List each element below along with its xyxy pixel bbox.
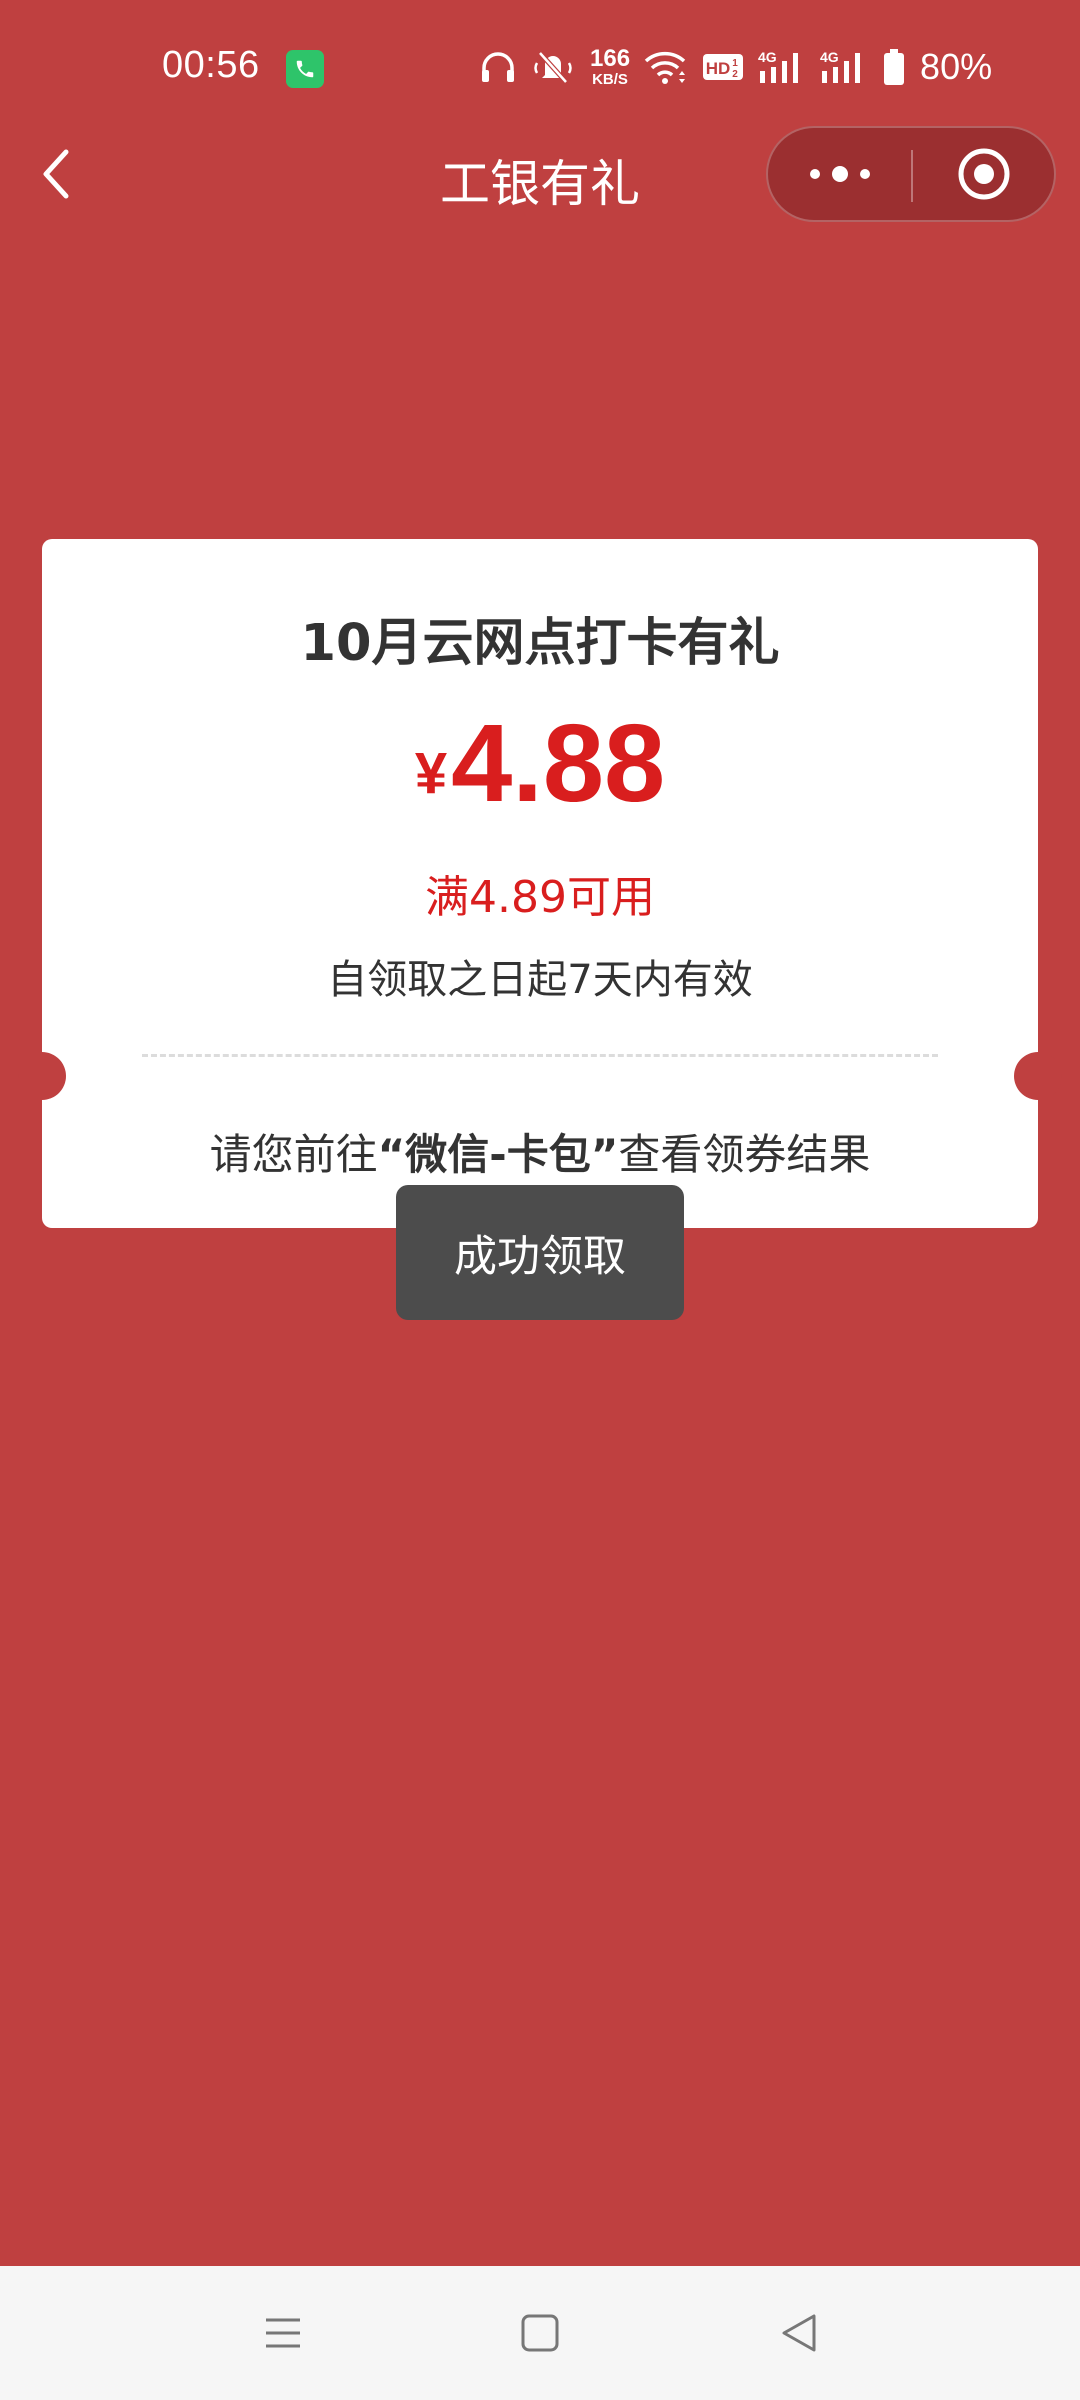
- amount-value: 4.88: [451, 702, 666, 825]
- coupon-amount: ¥4.88: [42, 709, 1038, 819]
- system-nav-bar: [0, 2266, 1080, 2400]
- hint-prefix: 请您前往: [209, 1130, 378, 1179]
- card-notch-left: [18, 1052, 66, 1100]
- coupon-title: 10月云网点打卡有礼: [300, 614, 780, 673]
- status-bar: 00:56 166 KB/S HD 1 2 4G 4G 80%: [0, 0, 1080, 136]
- dashed-divider: [142, 1054, 938, 1057]
- mute-icon: [530, 49, 576, 85]
- system-back-button[interactable]: [776, 2308, 826, 2358]
- phone-call-icon: [286, 50, 324, 88]
- battery-icon: [882, 48, 906, 86]
- more-dots-icon-right: [860, 169, 870, 179]
- title-bar: 工银有礼: [0, 126, 1080, 222]
- wallet-hint: 请您前往“微信-卡包”查看领券结果: [42, 1121, 1038, 1182]
- recent-apps-button[interactable]: [258, 2308, 308, 2358]
- svg-text:1: 1: [732, 58, 738, 69]
- signal-4g-icon: 4G: [820, 49, 868, 85]
- svg-text:4G: 4G: [758, 49, 777, 65]
- menu-icon: [266, 2318, 300, 2348]
- wifi-icon: [644, 49, 688, 85]
- capsule-divider: [911, 150, 913, 202]
- net-speed-unit: KB/S: [592, 71, 628, 88]
- headphones-icon: [480, 50, 516, 84]
- currency-symbol: ¥: [414, 741, 448, 806]
- svg-text:2: 2: [732, 69, 738, 80]
- success-toast: 成功领取: [396, 1185, 684, 1320]
- triangle-back-icon: [782, 2314, 816, 2352]
- coupon-card: 10月云网点打卡有礼 ¥4.88 满4.89可用 自领取之日起7天内有效 请您前…: [18, 539, 1062, 1228]
- mini-program-capsule: [766, 126, 1056, 222]
- signal-4g-icon: 4G: [758, 49, 806, 85]
- more-dots-icon: [810, 169, 820, 179]
- coupon-validity: 自领取之日起7天内有效: [327, 957, 753, 1003]
- battery-percent: 80%: [920, 46, 993, 87]
- hd-icon: HD 1 2: [702, 51, 744, 83]
- status-icons: 166 KB/S HD 1 2 4G 4G 80%: [480, 44, 992, 90]
- net-speed: 166 KB/S: [590, 45, 631, 88]
- svg-text:4G: 4G: [820, 49, 839, 65]
- more-dots-icon-center: [832, 166, 848, 182]
- square-icon: [521, 2314, 559, 2352]
- hint-suffix: 查看领券结果: [618, 1130, 871, 1179]
- hint-highlight: “微信-卡包”: [377, 1130, 619, 1179]
- net-speed-value: 166: [590, 45, 631, 72]
- close-mini-program-button[interactable]: [914, 128, 1054, 220]
- target-circle-icon: [958, 148, 1010, 200]
- home-button[interactable]: [515, 2308, 565, 2358]
- more-button[interactable]: [768, 128, 912, 220]
- svg-text:HD: HD: [706, 59, 731, 78]
- card-notch-right: [1014, 1052, 1062, 1100]
- coupon-condition: 满4.89可用: [425, 872, 655, 923]
- status-time: 00:56: [162, 44, 260, 86]
